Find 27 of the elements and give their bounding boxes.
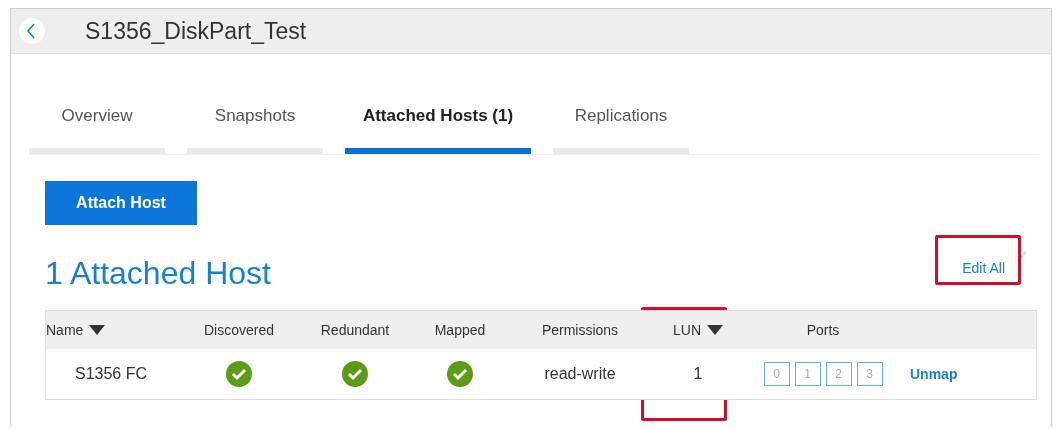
port-chip[interactable]: 2 bbox=[825, 362, 852, 386]
page-title: S1356_DiskPart_Test bbox=[85, 17, 307, 45]
tab[interactable]: Attached Hosts (1) bbox=[345, 106, 531, 154]
tab[interactable]: Snapshots bbox=[187, 106, 323, 154]
port-chip[interactable]: 3 bbox=[856, 362, 883, 386]
column-header: Ports bbox=[806, 322, 840, 338]
table-cell: read-write bbox=[544, 365, 616, 383]
column-header: Permissions bbox=[541, 322, 619, 338]
pencil-icon[interactable] bbox=[1015, 249, 1029, 263]
column-header: Mapped bbox=[434, 322, 486, 338]
table-cell: S1356 FC bbox=[74, 365, 147, 383]
tab[interactable]: Replications bbox=[553, 106, 689, 154]
port-chip[interactable]: 0 bbox=[763, 362, 790, 386]
column-header[interactable]: LUN bbox=[673, 322, 701, 338]
column-header: Redundant bbox=[320, 322, 390, 338]
sort-caret-icon[interactable] bbox=[707, 325, 723, 335]
edit-all-link[interactable]: Edit All bbox=[962, 259, 1005, 276]
unmap-link[interactable]: Unmap bbox=[910, 366, 958, 382]
column-header: Discovered bbox=[204, 322, 274, 338]
section-title: 1 Attached Host bbox=[45, 255, 271, 292]
attach-host-button[interactable]: Attach Host bbox=[45, 181, 197, 225]
table-cell: 1 bbox=[693, 365, 703, 383]
sort-caret-icon[interactable] bbox=[89, 325, 106, 335]
back-icon[interactable] bbox=[19, 18, 45, 44]
port-chip[interactable]: 1 bbox=[794, 362, 821, 386]
tab[interactable]: Overview bbox=[29, 106, 165, 154]
column-header[interactable]: Name bbox=[46, 322, 84, 338]
